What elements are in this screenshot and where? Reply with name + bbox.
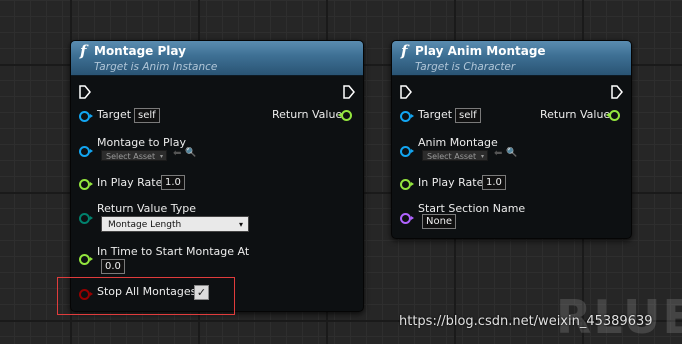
target-label: Target — [418, 108, 453, 121]
target-value: self — [134, 108, 160, 123]
time-to-start-input[interactable]: 0.0 — [101, 259, 125, 274]
use-selected-arrow-icon[interactable]: ⬅ — [494, 148, 502, 159]
use-selected-arrow-icon[interactable]: ⬅ — [173, 148, 181, 159]
node-subtitle: Target is Anim Instance — [94, 61, 218, 73]
return-value-type-label: Return Value Type — [97, 202, 196, 215]
montage-to-play-pin[interactable] — [79, 146, 93, 157]
return-value-pin[interactable] — [338, 110, 352, 121]
chevron-down-icon: ▾ — [480, 153, 484, 160]
anim-montage-label: Anim Montage — [418, 136, 498, 149]
anim-montage-pin[interactable] — [400, 146, 414, 157]
chevron-down-icon: ▾ — [238, 220, 243, 229]
exec-out-pin[interactable] — [343, 85, 355, 99]
time-to-start-pin[interactable] — [79, 254, 93, 265]
return-value-label: Return Value — [272, 108, 343, 121]
in-play-rate-input[interactable]: 1.0 — [482, 175, 506, 190]
node-title: Play Anim Montage — [415, 44, 546, 58]
target-pin[interactable] — [79, 111, 93, 122]
highlight-box — [57, 277, 235, 315]
return-value-label: Return Value — [540, 108, 611, 121]
node-header: f Play Anim Montage Target is Character — [392, 41, 631, 76]
browse-search-icon[interactable]: 🔍 — [185, 148, 196, 158]
start-section-name-input[interactable]: None — [422, 214, 457, 229]
exec-in-pin[interactable] — [79, 85, 91, 99]
function-icon: f — [80, 42, 87, 60]
select-asset-text: Select Asset — [427, 152, 477, 161]
node-header: f Montage Play Target is Anim Instance — [71, 41, 363, 76]
montage-play-node[interactable]: f Montage Play Target is Anim Instance T… — [70, 40, 364, 312]
in-play-rate-label: In Play Rate — [418, 176, 484, 189]
browse-search-icon[interactable]: 🔍 — [506, 148, 517, 158]
start-section-name-pin[interactable] — [400, 213, 414, 224]
return-value-pin[interactable] — [606, 110, 620, 121]
target-pin[interactable] — [400, 111, 414, 122]
function-icon: f — [401, 42, 408, 60]
return-value-type-text: Montage Length — [108, 220, 182, 230]
time-to-start-label: In Time to Start Montage At — [97, 245, 250, 258]
play-anim-montage-node[interactable]: f Play Anim Montage Target is Character … — [391, 40, 632, 239]
exec-out-pin[interactable] — [611, 85, 623, 99]
target-label: Target — [97, 108, 132, 121]
return-value-type-pin[interactable] — [79, 213, 93, 224]
in-play-rate-input[interactable]: 1.0 — [161, 175, 185, 190]
target-value: self — [455, 108, 481, 123]
node-subtitle: Target is Character — [415, 61, 516, 73]
select-asset-dropdown[interactable]: Select Asset ▾ — [422, 150, 488, 161]
select-asset-text: Select Asset — [106, 152, 156, 161]
chevron-down-icon: ▾ — [159, 153, 163, 160]
return-value-type-dropdown[interactable]: Montage Length ▾ — [101, 216, 249, 232]
node-title: Montage Play — [94, 44, 186, 58]
in-play-rate-pin[interactable] — [400, 179, 414, 190]
exec-in-pin[interactable] — [400, 85, 412, 99]
select-asset-dropdown[interactable]: Select Asset ▾ — [101, 150, 167, 161]
in-play-rate-label: In Play Rate — [97, 176, 163, 189]
in-play-rate-pin[interactable] — [79, 179, 93, 190]
blog-watermark: https://blog.csdn.net/weixin_45389639 — [399, 314, 653, 329]
